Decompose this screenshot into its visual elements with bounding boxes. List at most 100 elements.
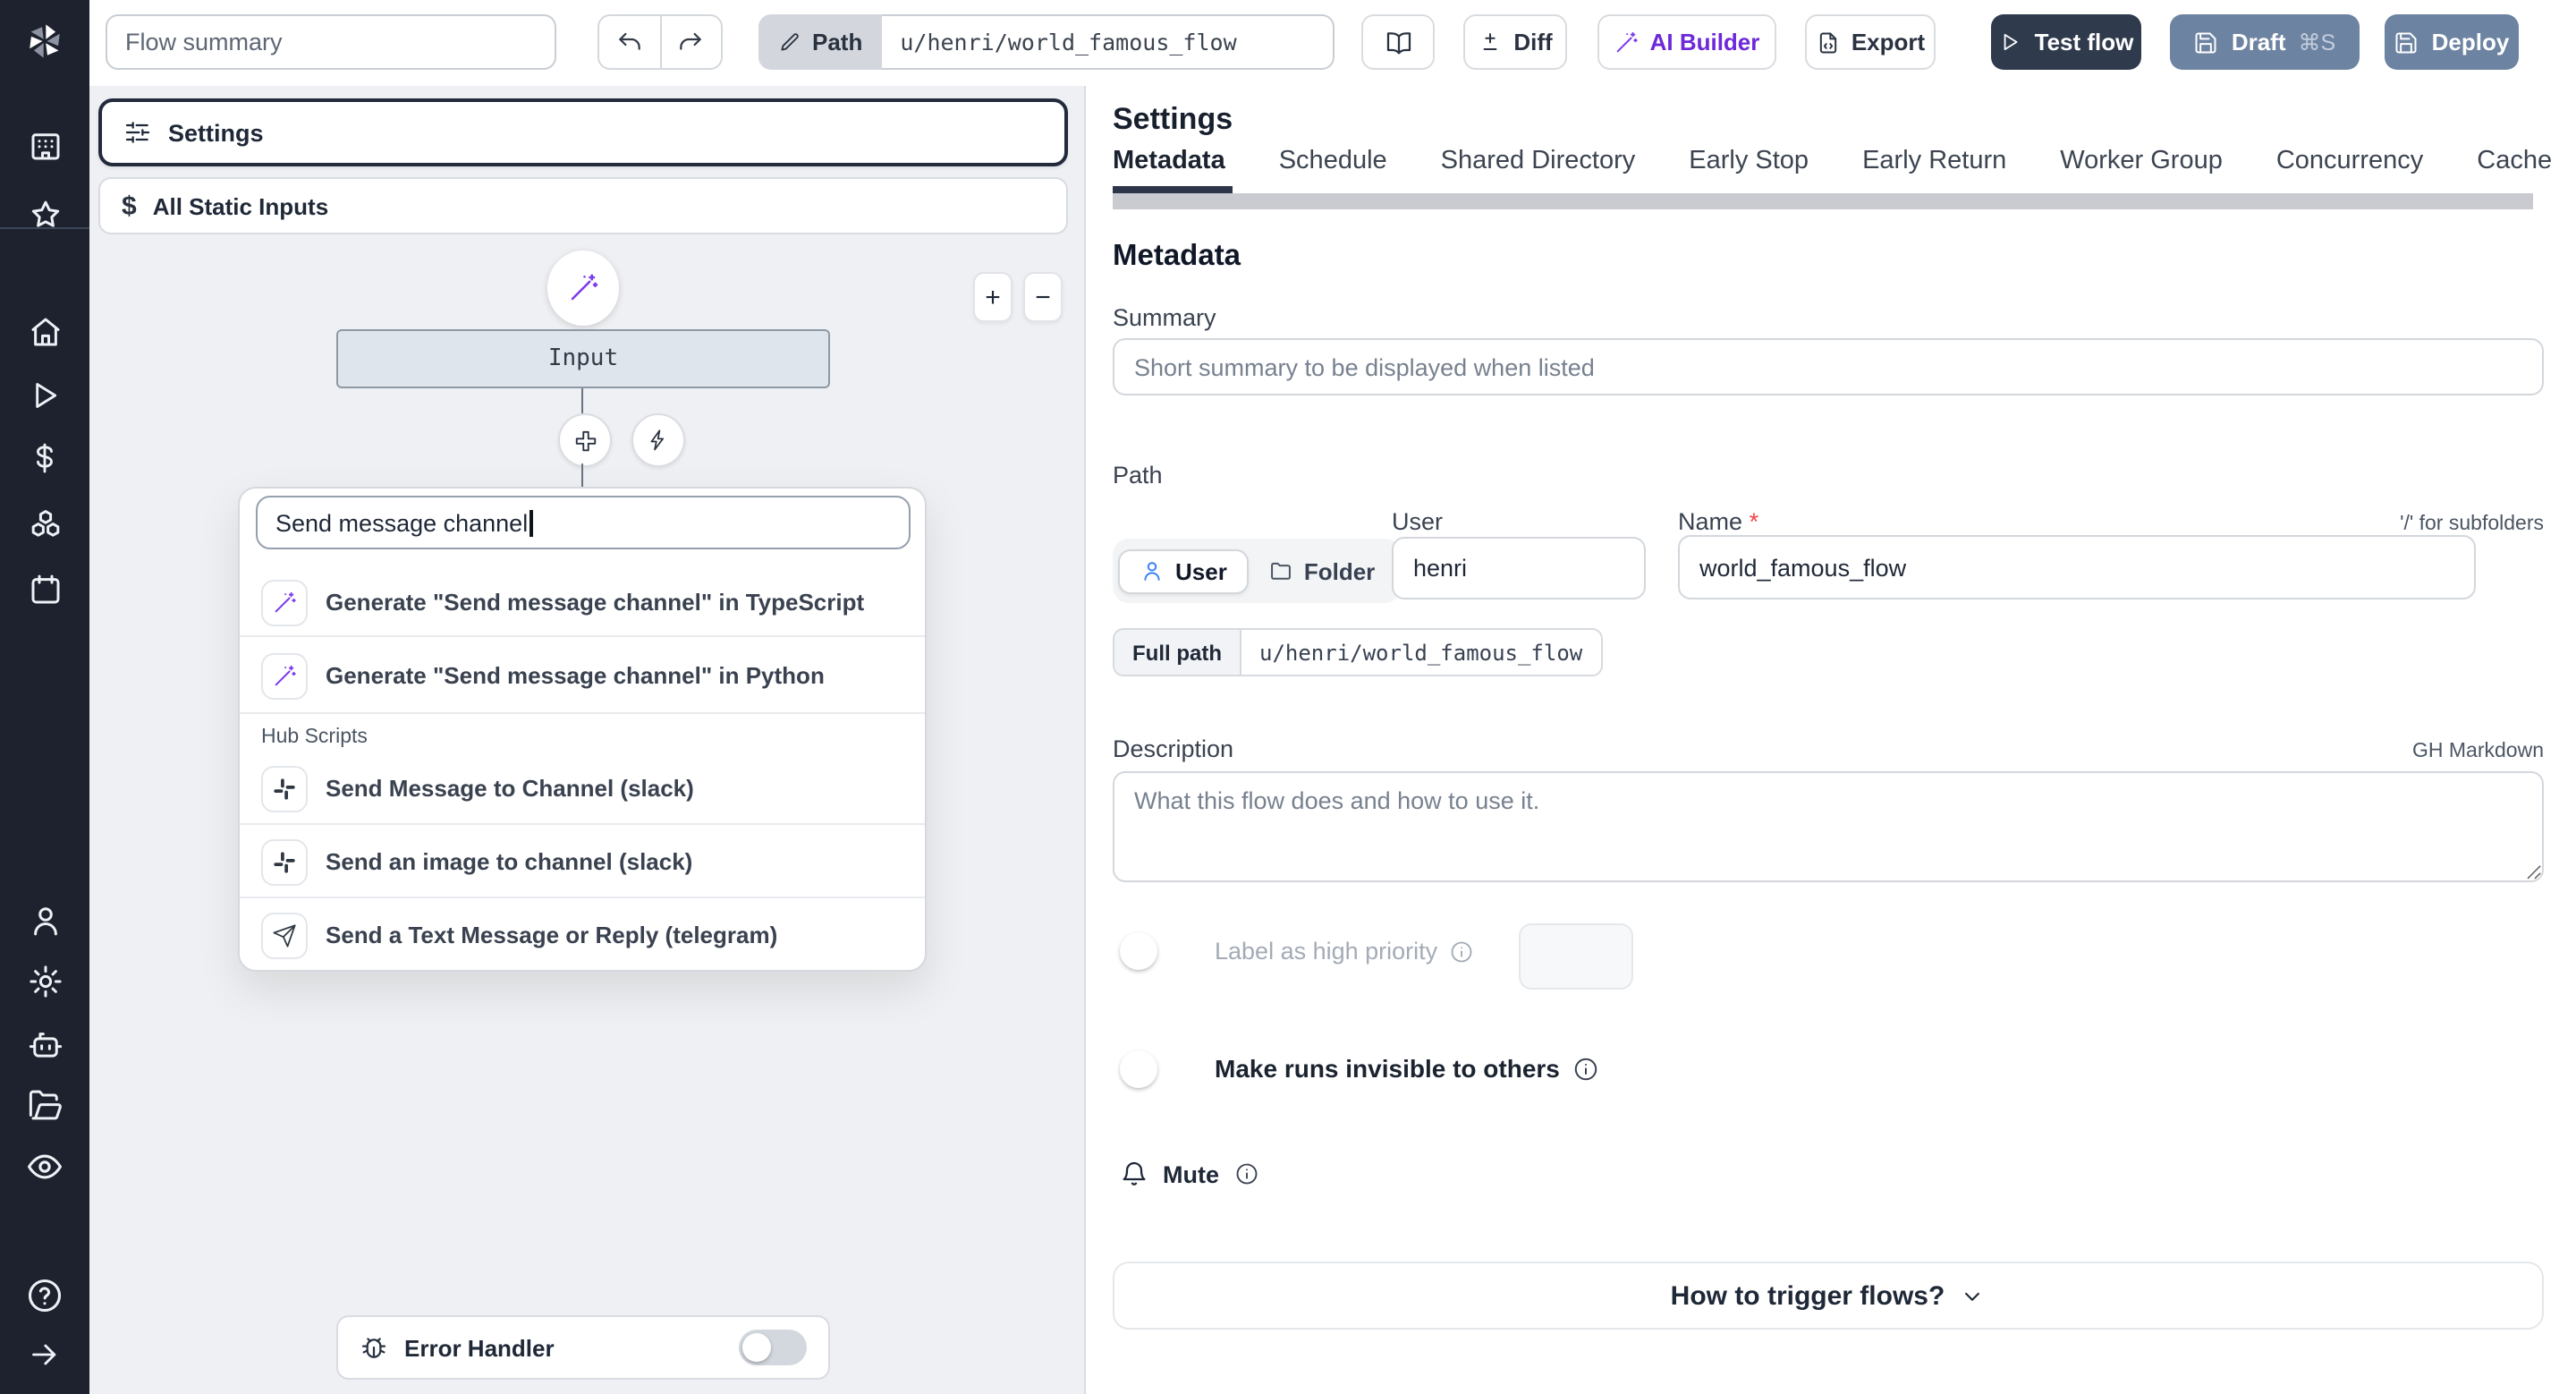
workers-robot-icon[interactable]	[0, 1025, 89, 1063]
ai-builder-label: AI Builder	[1649, 29, 1760, 55]
info-icon[interactable]	[1448, 939, 1473, 964]
home-icon[interactable]	[0, 313, 89, 351]
mute-row[interactable]: Mute	[1120, 1160, 1258, 1188]
tab-cache[interactable]: Cache	[2477, 147, 2552, 175]
input-node-label: Input	[547, 345, 619, 372]
tab-shared-directory[interactable]: Shared Directory	[1441, 147, 1636, 175]
variables-dollar-icon[interactable]	[0, 440, 89, 476]
save-icon	[2196, 31, 2217, 53]
settings-tabs: Metadata Schedule Shared Directory Early…	[1113, 147, 2576, 175]
all-static-inputs-label: All Static Inputs	[152, 192, 329, 219]
schedules-calendar-icon[interactable]	[0, 571, 89, 608]
summary-input[interactable]	[1113, 338, 2544, 395]
sliders-icon	[125, 122, 150, 143]
panel-title: Settings	[1113, 102, 1233, 136]
all-static-inputs-node[interactable]: $ All Static Inputs	[98, 177, 1068, 234]
hub-script-item[interactable]: Send an image to channel (slack)	[240, 832, 925, 891]
divider	[240, 823, 925, 825]
flow-settings-node[interactable]: Settings	[98, 98, 1068, 166]
audit-eye-icon[interactable]	[0, 1147, 89, 1186]
path-user-input[interactable]	[1392, 537, 1646, 599]
plus-icon	[574, 429, 596, 451]
settings-gear-icon[interactable]	[0, 963, 89, 1000]
tab-worker-group[interactable]: Worker Group	[2060, 147, 2223, 175]
tabs-scrollbar[interactable]	[1113, 193, 2533, 209]
tab-metadata[interactable]: Metadata	[1113, 147, 1225, 175]
tab-concurrency[interactable]: Concurrency	[2276, 147, 2423, 175]
save-icon	[2396, 31, 2418, 53]
workspace-building-icon[interactable]	[0, 127, 89, 165]
magic-wand-icon	[1617, 30, 1639, 52]
input-node[interactable]: Input	[336, 329, 830, 388]
app: Path u/henri/world_famous_flow Diff AI B…	[0, 0, 2576, 1394]
deploy-button[interactable]: Deploy	[2385, 14, 2519, 70]
redo-button[interactable]	[661, 16, 721, 68]
user-icon[interactable]	[0, 902, 89, 939]
resources-boxes-icon[interactable]	[0, 506, 89, 544]
flow-summary-input[interactable]	[106, 14, 556, 70]
flow-edge	[581, 463, 583, 487]
flow-canvas: Settings $ All Static Inputs + − Input S…	[89, 86, 1084, 1394]
trigger-help-expander[interactable]: How to trigger flows?	[1113, 1262, 2544, 1330]
lightning-icon	[650, 429, 665, 451]
path-section-label: Path	[1113, 462, 1163, 489]
path-name-input[interactable]	[1678, 535, 2476, 599]
docs-button[interactable]	[1361, 14, 1435, 70]
full-path-group: Full path u/henri/world_famous_flow	[1113, 628, 1603, 676]
topbar: Path u/henri/world_famous_flow Diff AI B…	[89, 0, 2576, 88]
windmill-logo-icon[interactable]	[0, 18, 89, 64]
ai-flow-builder-bubble[interactable]	[547, 251, 619, 326]
high-priority-value-input[interactable]	[1519, 923, 1633, 990]
expand-sidebar-arrow-icon[interactable]	[0, 1337, 89, 1373]
undo-button[interactable]	[599, 16, 659, 68]
runs-play-icon[interactable]	[0, 378, 89, 413]
high-priority-label: Label as high priority	[1215, 938, 1438, 965]
step-picker-dropdown: Send message channel Generate "Send mess…	[238, 487, 927, 972]
info-icon[interactable]	[1572, 1055, 1599, 1082]
test-flow-button[interactable]: Test flow	[1991, 14, 2141, 70]
flow-path-group[interactable]: Path u/henri/world_famous_flow	[758, 14, 1335, 70]
owner-kind-user-option[interactable]: User	[1118, 548, 1249, 593]
description-textarea[interactable]	[1113, 771, 2544, 882]
error-handler-label: Error Handler	[404, 1334, 555, 1361]
file-export-icon	[1819, 31, 1836, 53]
generate-python-item[interactable]: Generate "Send message channel" in Pytho…	[240, 646, 925, 705]
tab-early-return[interactable]: Early Return	[1862, 147, 2006, 175]
folders-icon[interactable]	[0, 1086, 89, 1124]
minus-icon: −	[1035, 282, 1051, 312]
diff-button[interactable]: Diff	[1463, 14, 1567, 70]
path-edit-chip[interactable]: Path	[758, 14, 883, 70]
info-icon[interactable]	[1233, 1161, 1258, 1186]
subfolders-hint: '/' for subfolders	[2400, 514, 2544, 535]
error-handler-toggle[interactable]	[739, 1330, 807, 1365]
step-search-input[interactable]: Send message channel	[256, 496, 911, 549]
chevron-down-icon	[1965, 1291, 1980, 1300]
user-column-label: User	[1392, 508, 1444, 535]
owner-kind-folder-option[interactable]: Folder	[1249, 550, 1394, 591]
hub-script-label: Send Message to Channel (slack)	[326, 775, 694, 802]
required-asterisk: *	[1749, 508, 1759, 535]
full-path-label: Full path	[1113, 628, 1240, 676]
add-trigger-button[interactable]	[631, 413, 685, 467]
flow-settings-label: Settings	[168, 119, 264, 146]
help-icon[interactable]	[0, 1276, 89, 1315]
zoom-out-button[interactable]: −	[1023, 272, 1063, 322]
error-handler-node[interactable]: Error Handler	[336, 1315, 830, 1380]
flow-path-value[interactable]: u/henri/world_famous_flow	[882, 14, 1335, 70]
draft-shortcut: ⌘S	[2298, 30, 2336, 55]
divider	[240, 897, 925, 898]
tab-schedule[interactable]: Schedule	[1279, 147, 1387, 175]
add-step-button[interactable]	[558, 413, 612, 467]
generate-typescript-item[interactable]: Generate "Send message channel" in TypeS…	[240, 573, 925, 632]
zoom-in-button[interactable]: +	[973, 272, 1013, 322]
hub-script-label: Send an image to channel (slack)	[326, 848, 693, 875]
tab-early-stop[interactable]: Early Stop	[1689, 147, 1809, 175]
ai-builder-button[interactable]: AI Builder	[1597, 14, 1776, 70]
high-priority-row: Label as high priority	[1215, 938, 1473, 965]
hub-script-item[interactable]: Send Message to Channel (slack)	[240, 759, 925, 818]
hub-script-item[interactable]: Send a Text Message or Reply (telegram)	[240, 905, 925, 965]
draft-button[interactable]: Draft ⌘S	[2170, 14, 2360, 70]
mute-label: Mute	[1163, 1160, 1219, 1187]
metadata-heading: Metadata	[1113, 240, 1241, 272]
export-button[interactable]: Export	[1805, 14, 1936, 70]
